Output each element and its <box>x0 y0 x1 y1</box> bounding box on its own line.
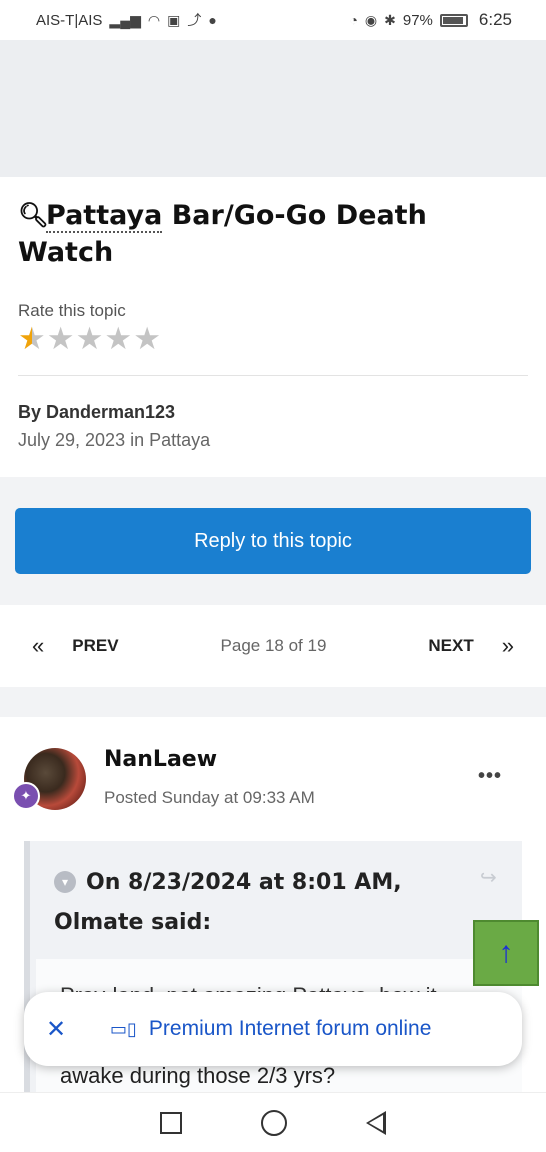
double-chevron-left-icon: « <box>32 633 45 658</box>
prev-button[interactable]: « PREV <box>32 633 119 659</box>
system-nav-bar <box>0 1092 546 1152</box>
promo-text[interactable]: Premium Internet forum online <box>149 1017 431 1041</box>
promo-pill[interactable]: ✕ ▭▯ Premium Internet forum online <box>24 992 522 1066</box>
eye-icon: ◉ <box>364 11 378 28</box>
bluetooth-icon: ✱ <box>384 11 396 28</box>
recent-apps-button[interactable] <box>159 1111 182 1134</box>
scroll-to-top-button[interactable]: ↑ <box>473 920 539 986</box>
more-options-button[interactable]: ••• <box>478 765 502 788</box>
back-button[interactable] <box>366 1110 387 1135</box>
rank-badge-icon: ✦ <box>12 782 40 810</box>
close-icon[interactable]: ✕ <box>46 1015 96 1044</box>
star-5[interactable]: ★ <box>133 323 161 355</box>
wifi-icon: ◠ <box>147 11 161 28</box>
status-left: AIS-T|AIS ▂▄▆ ◠ ▣ ⤴ ● <box>36 10 217 30</box>
ad-banner <box>0 40 546 177</box>
alarm-icon: ◔ <box>349 12 358 28</box>
reply-button[interactable]: Reply to this topic <box>15 508 531 574</box>
page-title: 🔍︎Pattaya Bar/Go-Go Death Watch <box>18 197 528 271</box>
status-bar: AIS-T|AIS ▂▄▆ ◠ ▣ ⤴ ● ◔ ◉ ✱ 97% 6:25 <box>0 0 546 40</box>
topic-author[interactable]: By Danderman123 <box>18 402 528 423</box>
next-button[interactable]: NEXT » <box>428 633 514 659</box>
devices-icon: ▭▯ <box>110 1018 137 1039</box>
trend-icon: ⤴ <box>187 12 202 28</box>
prev-label: PREV <box>72 636 119 655</box>
double-chevron-right-icon: » <box>501 633 514 658</box>
star-2[interactable]: ★ <box>47 323 75 355</box>
search-icon[interactable]: 🔍︎ <box>18 197 48 234</box>
divider <box>18 375 528 376</box>
star-1[interactable]: ★ <box>18 323 46 355</box>
star-3[interactable]: ★ <box>76 323 104 355</box>
home-button[interactable] <box>260 1109 287 1136</box>
section-gap <box>0 687 546 717</box>
chat-icon: ● <box>208 12 217 28</box>
chevron-down-icon[interactable]: ▾ <box>54 871 76 893</box>
star-4[interactable]: ★ <box>104 323 132 355</box>
rating-stars[interactable]: ★ ★ ★ ★ ★ <box>18 323 528 355</box>
screen: AIS-T|AIS ▂▄▆ ◠ ▣ ⤴ ● ◔ ◉ ✱ 97% 6:25 🔍︎P… <box>0 0 546 1152</box>
topic-header: 🔍︎Pattaya Bar/Go-Go Death Watch Rate thi… <box>0 177 546 477</box>
quote-header[interactable]: ▾ On 8/23/2024 at 8:01 AM, Olmate said: <box>54 863 474 943</box>
status-right: ◔ ◉ ✱ 97% 6:25 <box>349 10 512 30</box>
clock: 6:25 <box>478 10 512 29</box>
carrier-label: AIS-T|AIS <box>36 11 103 29</box>
next-label: NEXT <box>428 636 474 655</box>
battery-icon <box>439 13 468 27</box>
reply-band: Reply to this topic <box>0 477 546 605</box>
page-indicator[interactable]: Page 18 of 19 <box>119 636 429 656</box>
signal-icon: ▂▄▆ <box>109 11 141 28</box>
topic-date: July 29, 2023 in Pattaya <box>18 430 211 450</box>
quote-header-text: On 8/23/2024 at 8:01 AM, Olmate said: <box>54 870 402 935</box>
battery-percent: 97% <box>402 11 433 29</box>
share-icon[interactable]: ↪ <box>480 865 497 890</box>
title-keyword[interactable]: Pattaya <box>46 200 163 233</box>
arrow-up-icon: ↑ <box>498 936 514 969</box>
post-timestamp[interactable]: Posted Sunday at 09:33 AM <box>104 788 315 808</box>
pagination: « PREV Page 18 of 19 NEXT » <box>0 605 546 687</box>
rate-label: Rate this topic <box>18 301 126 320</box>
post-text: awake during those 2/3 yrs? <box>60 1063 336 1088</box>
post-username[interactable]: NanLaew <box>104 747 217 772</box>
app-icon: ▣ <box>167 11 181 28</box>
